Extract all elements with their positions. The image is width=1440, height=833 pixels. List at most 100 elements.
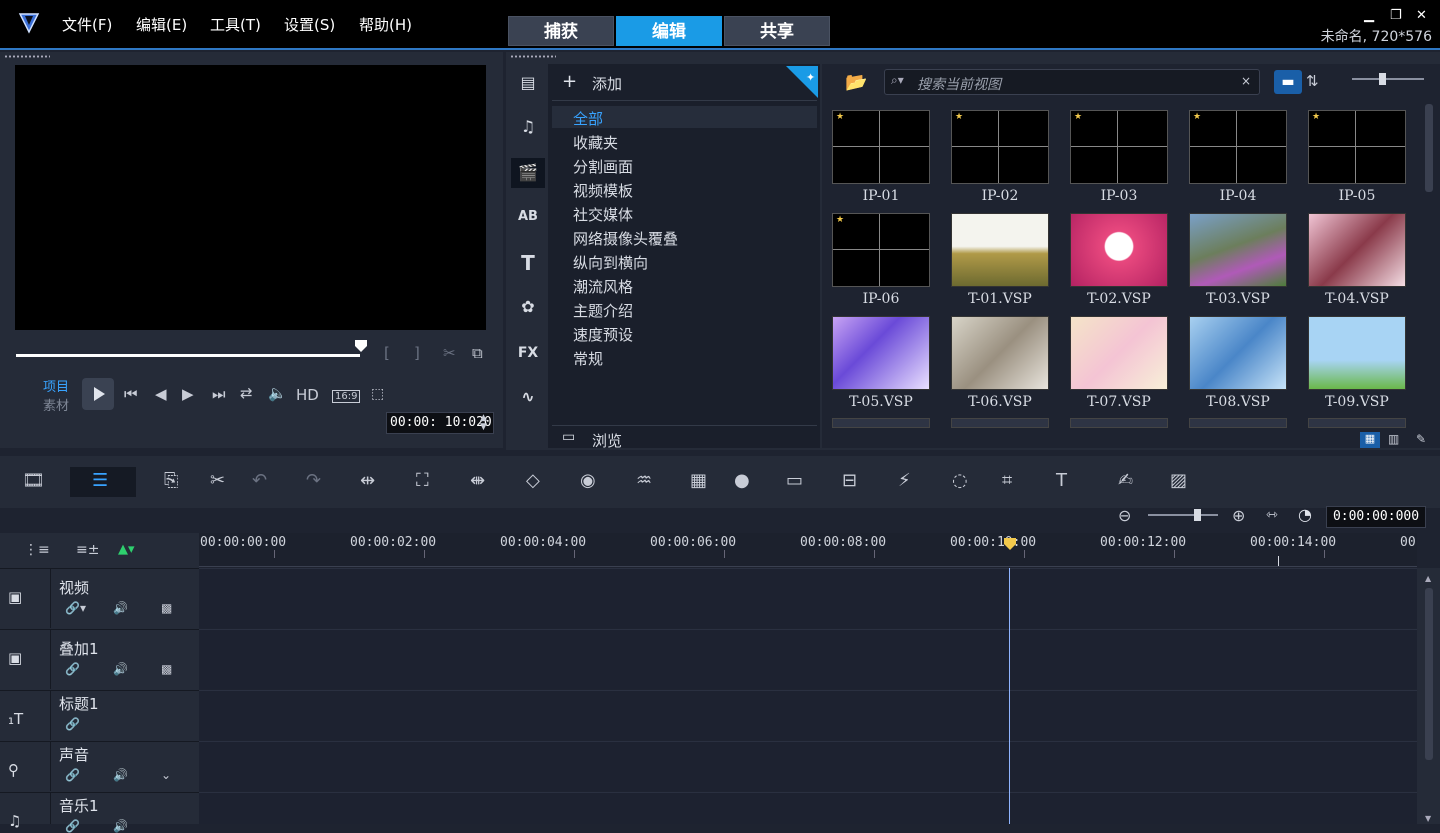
add-marker-icon[interactable]: ▲▾ <box>118 542 135 557</box>
thumbnail-image[interactable] <box>1189 316 1287 390</box>
zoom-out-icon[interactable]: ⊖ <box>1118 506 1131 525</box>
transition-icon[interactable]: AB <box>511 202 545 232</box>
expand-icon[interactable]: ⌄ <box>161 768 171 782</box>
category-item[interactable]: 视频模板 <box>573 180 633 201</box>
thumbnail-image[interactable]: ★ <box>832 213 930 287</box>
scrub-bar[interactable] <box>16 354 360 357</box>
voice-track-icon[interactable]: ⚲ <box>8 761 19 779</box>
color-grading-icon[interactable]: ◉ <box>580 470 596 491</box>
category-item[interactable]: 网络摄像头覆叠 <box>573 228 678 249</box>
mute-icon[interactable]: 🔊 <box>113 601 128 615</box>
subtitle-editor-icon[interactable]: ▭ <box>786 470 803 491</box>
mark-in-icon[interactable]: [ <box>384 344 390 362</box>
import-media-icon[interactable]: 📂 <box>845 72 867 93</box>
thumbnail-image[interactable]: ★ <box>951 110 1049 184</box>
thumbnail-image[interactable] <box>951 316 1049 390</box>
enlarge-icon[interactable]: ⧉ <box>472 344 483 362</box>
scroll-down-icon[interactable]: ▼ <box>1425 814 1431 823</box>
filter-fx-icon[interactable]: FX <box>511 338 545 368</box>
link-icon[interactable]: 🔗▾ <box>65 601 86 615</box>
category-item[interactable]: 主题介绍 <box>573 300 633 321</box>
thumbnail-image[interactable] <box>1189 418 1287 428</box>
home-icon[interactable]: ⏮ <box>124 385 138 403</box>
mask-creator-icon[interactable]: ◌ <box>952 470 968 491</box>
music-track-icon[interactable]: ♫ <box>8 812 21 830</box>
category-item[interactable]: 潮流风格 <box>573 276 633 297</box>
track-lane[interactable] <box>199 741 1417 791</box>
minimize-icon[interactable]: ▁ <box>1364 8 1374 23</box>
audio-icon[interactable]: ♒ <box>636 470 652 491</box>
multicam-icon[interactable]: ▦ <box>690 470 707 491</box>
mode-project[interactable]: 项目 <box>43 376 69 395</box>
motion-tracking-icon[interactable]: ● <box>734 470 750 491</box>
panel-grip[interactable] <box>4 55 50 58</box>
split-screen-icon[interactable]: ⊟ <box>842 470 857 491</box>
grid-icon[interactable]: ▩ <box>161 601 172 615</box>
graphic-icon[interactable]: ✿ <box>511 292 545 322</box>
library-scrollbar[interactable] <box>1425 104 1433 192</box>
link-icon[interactable]: 🔗 <box>65 717 80 731</box>
category-item[interactable]: 全部 <box>573 108 603 129</box>
scroll-up-icon[interactable]: ▲ <box>1425 574 1431 583</box>
track-header[interactable] <box>0 690 199 740</box>
track-lane[interactable] <box>199 568 1417 628</box>
undo-icon[interactable]: ↶ <box>252 470 267 491</box>
redo-icon[interactable]: ↷ <box>306 470 321 491</box>
track-header[interactable] <box>0 792 199 824</box>
browse-icon[interactable]: ▭ <box>562 429 575 445</box>
aspect-ratio-button[interactable]: 16:9 <box>332 390 361 403</box>
category-item[interactable]: 纵向到横向 <box>573 252 648 273</box>
category-item[interactable]: 收藏夹 <box>573 132 618 153</box>
thumbnail-image[interactable] <box>1070 418 1168 428</box>
panel-grip[interactable] <box>510 55 556 58</box>
thumbnail-image[interactable] <box>1308 316 1406 390</box>
category-item[interactable]: 常规 <box>573 348 603 369</box>
3d-title-icon[interactable]: T <box>1056 470 1067 491</box>
playhead-marker-icon[interactable] <box>1004 538 1016 550</box>
thumbnail-image[interactable]: ★ <box>1189 110 1287 184</box>
add-folder-button[interactable]: 添加 <box>592 73 622 94</box>
category-item[interactable]: 社交媒体 <box>573 204 633 225</box>
media-icon[interactable]: ▤ <box>511 68 545 98</box>
chapter-cue-icon[interactable]: ≡± <box>76 542 99 558</box>
tab-capture[interactable]: 捕获 <box>508 16 614 46</box>
clear-search-icon[interactable]: × <box>1241 74 1251 88</box>
menu-file[interactable]: 文件(F) <box>62 14 112 35</box>
scrub-handle-icon[interactable] <box>355 340 367 352</box>
mark-out-icon[interactable]: ] <box>414 344 420 362</box>
timeline-scrollbar[interactable] <box>1425 588 1433 760</box>
track-transparency-icon[interactable]: ⇼ <box>470 470 485 491</box>
add-icon[interactable]: + <box>562 71 577 92</box>
link-icon[interactable]: 🔗 <box>65 819 80 833</box>
list-view-icon[interactable]: ▬ <box>1274 70 1302 94</box>
thumbnail-image[interactable] <box>1308 213 1406 287</box>
pan-zoom-icon[interactable]: ⛶ <box>416 470 429 491</box>
mute-icon[interactable]: 🔊 <box>113 662 128 676</box>
ripple-edit-icon[interactable]: ⇹ <box>360 470 375 491</box>
track-header[interactable] <box>0 741 199 791</box>
menu-settings[interactable]: 设置(S) <box>284 14 335 35</box>
thumbnail-size-slider[interactable] <box>1352 78 1424 80</box>
title-track-icon[interactable]: ₁T <box>8 710 23 728</box>
track-header[interactable] <box>0 568 199 628</box>
thumbnail-image[interactable]: ★ <box>1070 110 1168 184</box>
thumbnail-image[interactable] <box>1189 213 1287 287</box>
thumbnail-image[interactable] <box>1070 213 1168 287</box>
next-frame-icon[interactable]: ▶ <box>182 385 194 403</box>
previous-frame-icon[interactable]: ◀ <box>155 385 167 403</box>
path-icon[interactable]: ∿ <box>511 382 545 412</box>
category-item[interactable]: 分割画面 <box>573 156 633 177</box>
sort-icon[interactable]: ⇅ <box>1306 72 1319 90</box>
split-clip-icon[interactable]: ✂ <box>443 344 456 362</box>
track-lane[interactable] <box>199 629 1417 689</box>
thumbnail-image[interactable] <box>1308 418 1406 428</box>
video-stabilize-icon[interactable]: ▨ <box>1170 470 1187 491</box>
zoom-slider[interactable] <box>1148 514 1218 516</box>
link-icon[interactable]: 🔗 <box>65 768 80 782</box>
search-box[interactable]: ⌕▾ 搜索当前视图 × <box>884 69 1260 95</box>
storyboard-view-icon[interactable]: 🎞 <box>22 470 45 491</box>
smart-tool-icon[interactable]: ✂ <box>210 470 225 491</box>
painting-icon[interactable]: ✍ <box>1118 470 1133 491</box>
end-icon[interactable]: ⏭ <box>212 385 226 403</box>
repeat-icon[interactable]: ⇄ <box>240 384 253 402</box>
